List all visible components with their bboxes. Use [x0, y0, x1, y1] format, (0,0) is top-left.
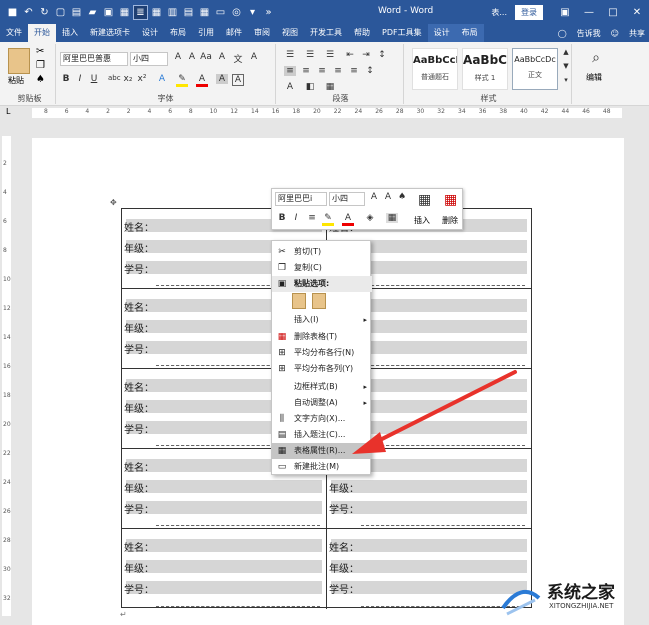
- watermark: 系统之家 XITONGZHIJIA.NET: [497, 574, 649, 625]
- watermark-logo-icon: [501, 589, 541, 616]
- watermark-url: XITONGZHIJIA.NET: [549, 602, 614, 610]
- watermark-name: 系统之家: [547, 583, 615, 603]
- annotation-arrow: [352, 370, 517, 454]
